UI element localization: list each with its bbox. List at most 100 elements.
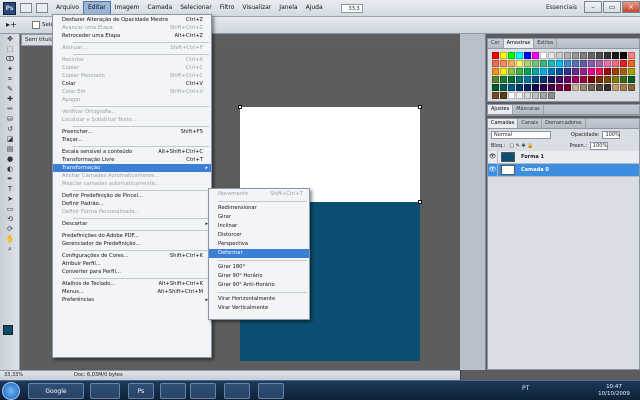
color-swatch[interactable] bbox=[508, 92, 515, 99]
color-swatch[interactable] bbox=[508, 60, 515, 67]
brush-tool-icon[interactable]: ✏ bbox=[3, 105, 17, 114]
transform-menu-item[interactable]: Deformar bbox=[209, 249, 309, 258]
menu-filtro[interactable]: Filtro bbox=[216, 1, 239, 15]
color-swatch[interactable] bbox=[492, 84, 499, 91]
edit-menu-item[interactable]: Gerenciador de Predefinição... bbox=[53, 240, 211, 248]
color-swatch[interactable] bbox=[556, 60, 563, 67]
color-swatch[interactable] bbox=[508, 52, 515, 59]
clone-stamp-icon[interactable]: ⛁ bbox=[3, 115, 17, 124]
color-swatch[interactable] bbox=[604, 84, 611, 91]
path-select-icon[interactable]: ➤ bbox=[3, 195, 17, 204]
color-swatch[interactable] bbox=[532, 76, 539, 83]
color-swatch[interactable] bbox=[604, 76, 611, 83]
taskbar-app[interactable] bbox=[90, 383, 120, 399]
edit-menu-item[interactable]: Descartar ▸ bbox=[53, 220, 211, 228]
color-swatch[interactable] bbox=[604, 68, 611, 75]
color-swatch[interactable] bbox=[556, 84, 563, 91]
color-swatch[interactable] bbox=[564, 84, 571, 91]
color-swatch[interactable] bbox=[580, 60, 587, 67]
3d-rotate-icon[interactable]: ⟲ bbox=[3, 215, 17, 224]
color-swatch[interactable] bbox=[620, 60, 627, 67]
blur-tool-icon[interactable]: ● bbox=[3, 155, 17, 164]
taskbar-app[interactable] bbox=[258, 383, 284, 399]
lock-icons[interactable]: ▢ ✎ ✥ 🔒 bbox=[509, 143, 533, 149]
color-swatch[interactable] bbox=[556, 76, 563, 83]
edit-menu-item[interactable]: Preencher... Shift+F5 bbox=[53, 128, 211, 136]
lasso-tool-icon[interactable]: ↀ bbox=[3, 55, 17, 64]
panel-tab[interactable]: Estilos bbox=[534, 39, 558, 48]
color-swatch[interactable] bbox=[596, 52, 603, 59]
edit-menu-item[interactable]: Retroceder uma Etapa Alt+Ctrl+Z bbox=[53, 32, 211, 40]
color-swatch[interactable] bbox=[516, 84, 523, 91]
color-swatch[interactable] bbox=[524, 76, 531, 83]
bridge-icon[interactable] bbox=[20, 3, 32, 13]
color-swatch[interactable] bbox=[596, 60, 603, 67]
taskbar-app[interactable]: Ps bbox=[128, 383, 154, 399]
color-swatch[interactable] bbox=[540, 84, 547, 91]
menu-editar[interactable]: Editar bbox=[82, 1, 111, 15]
color-swatch[interactable] bbox=[564, 68, 571, 75]
auto-select-checkbox[interactable] bbox=[32, 21, 40, 29]
color-swatch[interactable] bbox=[628, 52, 635, 59]
menu-visualizar[interactable]: Visualizar bbox=[238, 1, 275, 15]
edit-menu-item[interactable]: Menus... Alt+Shift+Ctrl+M bbox=[53, 288, 211, 296]
color-swatch[interactable] bbox=[572, 60, 579, 67]
zoom-field[interactable]: 33,3 bbox=[340, 3, 363, 13]
color-swatch[interactable] bbox=[612, 76, 619, 83]
color-swatch[interactable] bbox=[548, 92, 555, 99]
color-swatch[interactable] bbox=[612, 68, 619, 75]
color-swatch[interactable] bbox=[500, 60, 507, 67]
transform-menu-item[interactable]: Girar 90° Anti-Horário bbox=[209, 281, 309, 290]
transform-menu-item[interactable]: Distorcer bbox=[209, 231, 309, 240]
color-swatch[interactable] bbox=[628, 84, 635, 91]
panel-tab[interactable]: Camadas bbox=[488, 119, 519, 128]
color-swatch[interactable] bbox=[500, 68, 507, 75]
color-swatch[interactable] bbox=[548, 60, 555, 67]
color-swatch[interactable] bbox=[596, 76, 603, 83]
restore-button[interactable]: ▭ bbox=[603, 1, 621, 13]
menu-selecionar[interactable]: Selecionar bbox=[176, 1, 215, 15]
transform-menu-item[interactable]: Girar 90° Horário bbox=[209, 272, 309, 281]
layer-row[interactable]: 👁 Camada 0 bbox=[488, 163, 639, 177]
pen-tool-icon[interactable]: ✒ bbox=[3, 175, 17, 184]
color-swatch[interactable] bbox=[500, 76, 507, 83]
foreground-color-swatch[interactable] bbox=[3, 325, 13, 335]
color-swatch[interactable] bbox=[516, 60, 523, 67]
transform-menu-item[interactable]: Girar 180° bbox=[209, 263, 309, 272]
edit-menu-item[interactable]: Traçar... bbox=[53, 136, 211, 144]
transform-menu-item[interactable]: Perspectiva bbox=[209, 240, 309, 249]
color-swatch[interactable] bbox=[564, 76, 571, 83]
edit-menu-item[interactable]: Escala sensível a conteúdo Alt+Shift+Ctrl… bbox=[53, 148, 211, 156]
color-swatch[interactable] bbox=[516, 92, 523, 99]
color-swatch[interactable] bbox=[492, 52, 499, 59]
color-swatch[interactable] bbox=[564, 60, 571, 67]
color-swatch[interactable] bbox=[588, 60, 595, 67]
color-swatch[interactable] bbox=[580, 52, 587, 59]
color-swatch[interactable] bbox=[572, 68, 579, 75]
color-swatch[interactable] bbox=[492, 92, 499, 99]
transform-handle[interactable] bbox=[238, 105, 242, 109]
panel-tab[interactable]: Cor bbox=[488, 39, 504, 48]
panel-tab[interactable]: Amostras bbox=[503, 39, 535, 48]
taskbar-app[interactable] bbox=[224, 383, 250, 399]
transform-handle[interactable] bbox=[418, 200, 422, 204]
opacity-field[interactable]: 100% bbox=[602, 130, 621, 139]
3d-camera-icon[interactable]: ⟳ bbox=[3, 225, 17, 234]
edit-menu-item[interactable]: Definir Padrão... bbox=[53, 200, 211, 208]
crop-tool-icon[interactable]: ⌗ bbox=[3, 75, 17, 84]
visibility-eye-icon[interactable]: 👁 bbox=[488, 150, 498, 164]
transform-handle[interactable] bbox=[418, 105, 422, 109]
menu-ajuda[interactable]: Ajuda bbox=[302, 1, 327, 15]
color-swatch[interactable] bbox=[532, 52, 539, 59]
color-swatch[interactable] bbox=[588, 68, 595, 75]
transform-menu-item[interactable]: Girar bbox=[209, 213, 309, 222]
edit-menu-item[interactable]: Converter para Perfil... bbox=[53, 268, 211, 276]
color-swatch[interactable] bbox=[492, 68, 499, 75]
color-swatch[interactable] bbox=[508, 68, 515, 75]
color-swatch[interactable] bbox=[524, 92, 531, 99]
shape-tool-icon[interactable]: ▭ bbox=[3, 205, 17, 214]
menu-camada[interactable]: Camada bbox=[143, 1, 176, 15]
edit-menu-item[interactable]: Transformação ▸ bbox=[53, 164, 211, 172]
color-swatch[interactable] bbox=[572, 52, 579, 59]
color-swatch[interactable] bbox=[572, 76, 579, 83]
